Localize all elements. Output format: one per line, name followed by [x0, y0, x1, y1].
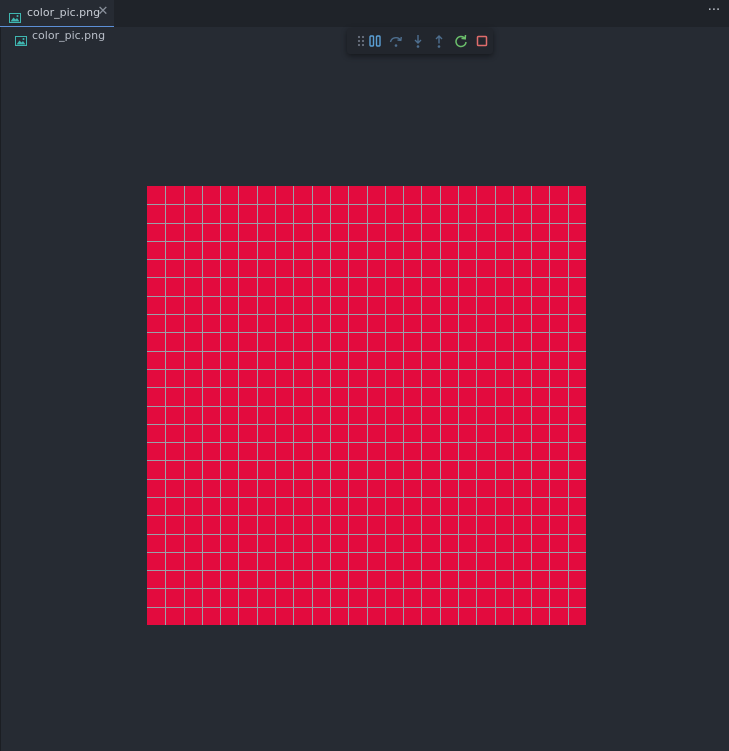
tab-label: color_pic.png	[27, 6, 101, 19]
image-preview-area	[0, 46, 729, 751]
breadcrumb-file-label: color_pic.png	[32, 29, 106, 42]
editor-tab-bar: color_pic.png ✕ ···	[0, 0, 729, 27]
image-preview	[147, 186, 586, 625]
image-file-icon	[9, 8, 21, 27]
ellipsis-icon[interactable]: ···	[705, 4, 723, 22]
image-fill	[147, 186, 586, 625]
tab-color-pic[interactable]: color_pic.png ✕	[0, 0, 114, 27]
close-icon[interactable]: ✕	[96, 4, 110, 20]
